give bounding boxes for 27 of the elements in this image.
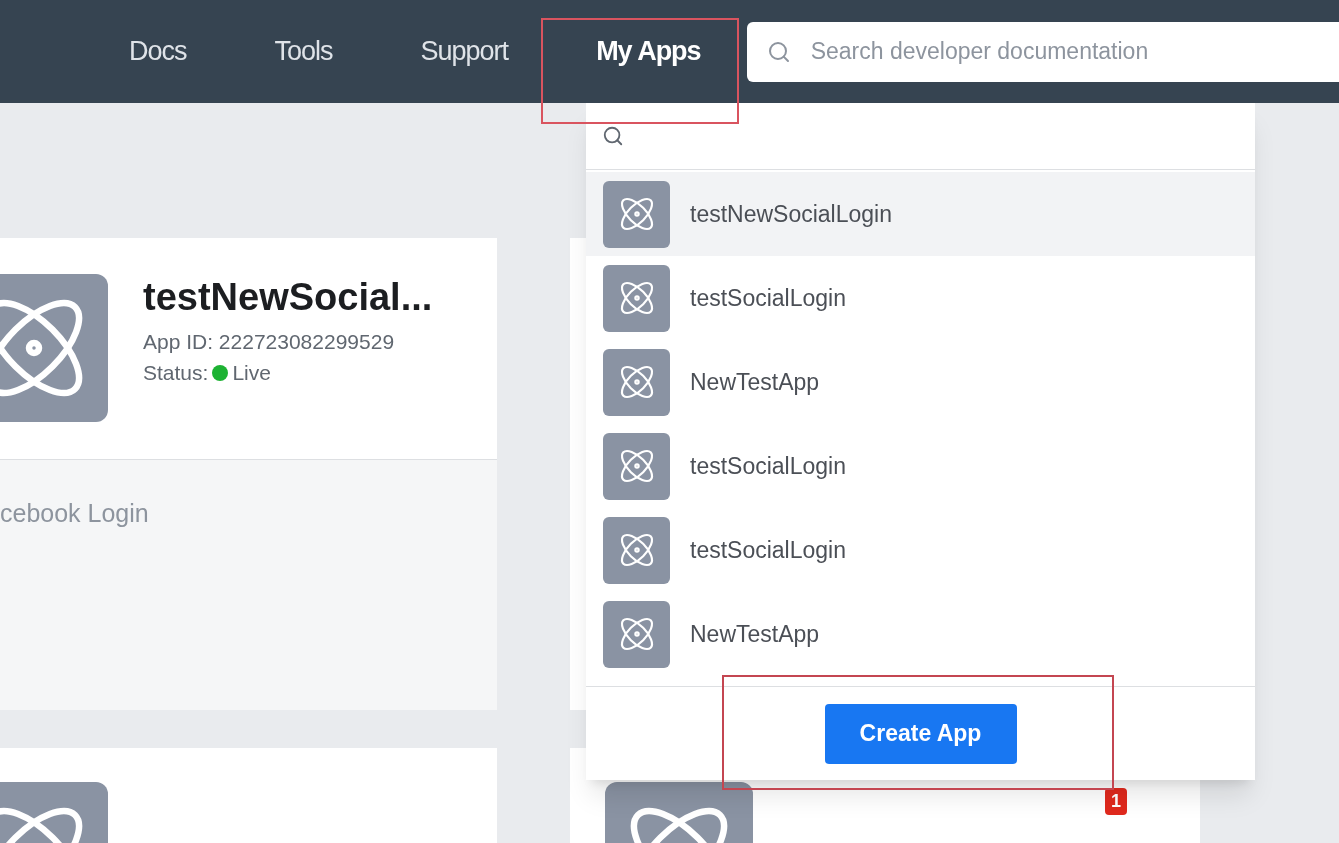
nav-link[interactable]: My Apps (552, 31, 745, 72)
app-icon (603, 516, 670, 584)
app-icon (603, 600, 670, 668)
app-icon (603, 432, 670, 500)
app-menu-item[interactable]: NewTestApp (586, 592, 1255, 676)
app-menu-item[interactable]: testSocialLogin (586, 508, 1255, 592)
search-field[interactable]: Search developer documentation (746, 21, 1339, 82)
nav-link[interactable]: Tools (230, 31, 377, 72)
app-title: testNewSocial... (143, 275, 433, 320)
app-icon (603, 180, 670, 248)
status-label: Status: (143, 360, 209, 386)
app-menu-item[interactable]: testSocialLogin (586, 256, 1255, 340)
app-icon (603, 348, 670, 416)
app-menu-item[interactable]: NewTestApp (586, 340, 1255, 424)
nav-link[interactable]: Docs (85, 31, 231, 72)
search-icon (602, 125, 624, 147)
nav-link[interactable]: Support (376, 31, 553, 72)
dropdown-search-field[interactable] (586, 103, 1255, 170)
app-icon (603, 264, 670, 332)
search-icon (766, 39, 791, 64)
create-app-button[interactable]: Create App (824, 703, 1017, 764)
status-text: Live (232, 360, 271, 386)
app-id: App ID: 222723082299529 (143, 328, 396, 355)
app-menu-item[interactable]: testNewSocialLogin (586, 172, 1255, 256)
notification-badge: 1 (1105, 788, 1127, 815)
app-menu-item[interactable]: testSocialLogin (586, 424, 1255, 508)
product-name: cebook Login (0, 499, 149, 527)
